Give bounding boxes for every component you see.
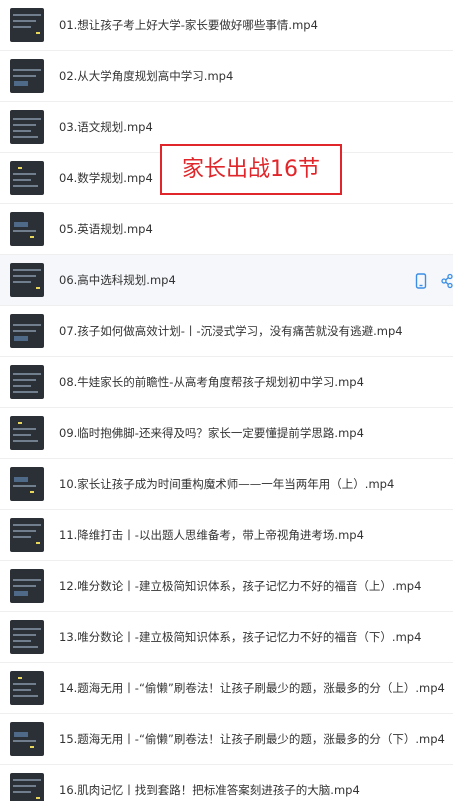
video-thumbnail (10, 263, 44, 297)
video-thumbnail (10, 365, 44, 399)
video-thumbnail (10, 518, 44, 552)
file-row[interactable]: 06.高中选科规划.mp4 (0, 255, 453, 306)
file-row[interactable]: 15.题海无用丨-“偷懒”刷卷法！让孩子刷最少的题，涨最多的分（下）.mp4 (0, 714, 453, 765)
share-icon[interactable] (441, 273, 453, 289)
file-name[interactable]: 14.题海无用丨-“偷懒”刷卷法！让孩子刷最少的题，涨最多的分（上）.mp4 (59, 663, 445, 714)
video-thumbnail (10, 722, 44, 756)
row-actions (415, 255, 453, 306)
file-row[interactable]: 07.孩子如何做高效计划-丨-沉浸式学习，没有痛苦就没有逃避.mp4 (0, 306, 453, 357)
file-name[interactable]: 04.数学规划.mp4 (59, 153, 153, 204)
video-thumbnail (10, 569, 44, 603)
file-row[interactable]: 02.从大学角度规划高中学习.mp4 (0, 51, 453, 102)
file-name[interactable]: 07.孩子如何做高效计划-丨-沉浸式学习，没有痛苦就没有逃避.mp4 (59, 306, 403, 357)
phone-icon[interactable] (415, 272, 427, 289)
file-name[interactable]: 11.降维打击丨-以出题人思维备考，带上帝视角进考场.mp4 (59, 510, 364, 561)
promo-label: 家长出战16节 (160, 144, 342, 195)
video-thumbnail (10, 416, 44, 450)
file-name[interactable]: 15.题海无用丨-“偷懒”刷卷法！让孩子刷最少的题，涨最多的分（下）.mp4 (59, 714, 445, 765)
file-name[interactable]: 13.唯分数论丨-建立极简知识体系，孩子记忆力不好的福音（下）.mp4 (59, 612, 421, 663)
video-thumbnail (10, 773, 44, 801)
file-row[interactable]: 12.唯分数论丨-建立极简知识体系，孩子记忆力不好的福音（上）.mp4 (0, 561, 453, 612)
file-name[interactable]: 08.牛娃家长的前瞻性-从高考角度帮孩子规划初中学习.mp4 (59, 357, 364, 408)
file-name[interactable]: 02.从大学角度规划高中学习.mp4 (59, 51, 233, 102)
video-thumbnail (10, 671, 44, 705)
file-row[interactable]: 13.唯分数论丨-建立极简知识体系，孩子记忆力不好的福音（下）.mp4 (0, 612, 453, 663)
file-name[interactable]: 16.肌肉记忆丨找到套路！把标准答案刻进孩子的大脑.mp4 (59, 765, 360, 801)
file-row[interactable]: 16.肌肉记忆丨找到套路！把标准答案刻进孩子的大脑.mp4 (0, 765, 453, 801)
file-row[interactable]: 10.家长让孩子成为时间重构魔术师——一年当两年用（上）.mp4 (0, 459, 453, 510)
file-name[interactable]: 12.唯分数论丨-建立极简知识体系，孩子记忆力不好的福音（上）.mp4 (59, 561, 421, 612)
file-name[interactable]: 03.语文规划.mp4 (59, 102, 153, 153)
file-name[interactable]: 10.家长让孩子成为时间重构魔术师——一年当两年用（上）.mp4 (59, 459, 394, 510)
video-thumbnail (10, 314, 44, 348)
video-thumbnail (10, 110, 44, 144)
video-thumbnail (10, 212, 44, 246)
file-row[interactable]: 09.临时抱佛脚-还来得及吗？家长一定要懂提前学思路.mp4 (0, 408, 453, 459)
file-row[interactable]: 11.降维打击丨-以出题人思维备考，带上帝视角进考场.mp4 (0, 510, 453, 561)
file-row[interactable]: 05.英语规划.mp4 (0, 204, 453, 255)
video-thumbnail (10, 467, 44, 501)
video-thumbnail (10, 59, 44, 93)
file-name[interactable]: 06.高中选科规划.mp4 (59, 255, 176, 306)
file-list: 01.想让孩子考上好大学-家长要做好哪些事情.mp4 02.从大学角度规划高中学习… (0, 0, 453, 801)
file-name[interactable]: 01.想让孩子考上好大学-家长要做好哪些事情.mp4 (59, 0, 318, 51)
video-thumbnail (10, 8, 44, 42)
file-row[interactable]: 08.牛娃家长的前瞻性-从高考角度帮孩子规划初中学习.mp4 (0, 357, 453, 408)
video-thumbnail (10, 161, 44, 195)
video-thumbnail (10, 620, 44, 654)
file-row[interactable]: 14.题海无用丨-“偷懒”刷卷法！让孩子刷最少的题，涨最多的分（上）.mp4 (0, 663, 453, 714)
file-name[interactable]: 09.临时抱佛脚-还来得及吗？家长一定要懂提前学思路.mp4 (59, 408, 364, 459)
file-row[interactable]: 01.想让孩子考上好大学-家长要做好哪些事情.mp4 (0, 0, 453, 51)
file-name[interactable]: 05.英语规划.mp4 (59, 204, 153, 255)
